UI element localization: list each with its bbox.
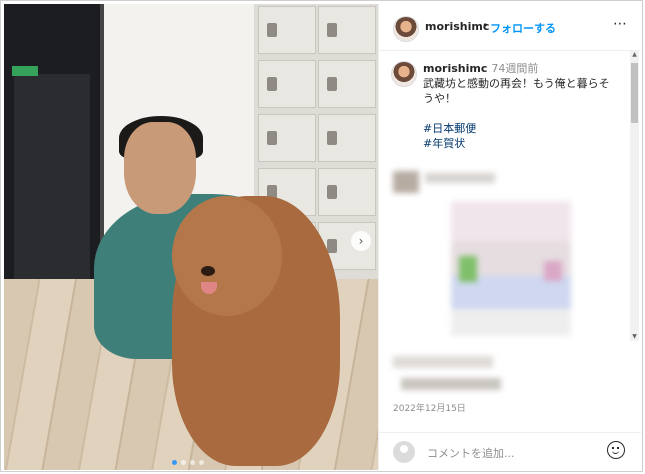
caption-username[interactable]: morishimc [423,62,487,75]
carousel-dot [199,460,204,465]
scrollbar-thumb[interactable] [631,63,638,123]
post-photo[interactable]: › [4,4,378,470]
carousel-dot [181,460,186,465]
carousel-next-button[interactable]: › [351,231,371,251]
more-options-icon[interactable]: ⋯ [613,16,628,32]
carousel-dots [172,460,204,465]
dog-head [172,196,282,316]
post-date: 2022年12月15日 [393,404,466,414]
post-header: morishimc • フォローする ⋯ [379,4,641,51]
instagram-embed: › morishimc • フォローする ⋯ morishimc 74週間前 武藏… [0,0,643,472]
caption-time: 74週間前 [491,62,539,75]
carousel-dot [190,460,195,465]
dog-nose [201,266,215,276]
comment-bar [379,432,641,471]
blurred-comment-avatar [393,171,419,193]
carousel-dot [172,460,177,465]
chevron-right-icon: › [358,234,364,248]
separator-dot: • [482,19,489,32]
user-avatar-icon [393,441,415,463]
header-username[interactable]: morishimc [425,20,489,33]
blurred-comment-text [425,173,495,183]
caption-scrollbar[interactable]: ▲ ▼ [630,51,639,341]
follow-button[interactable]: フォローする [490,20,556,36]
caption-avatar[interactable] [391,61,417,87]
emoji-icon[interactable] [607,441,625,459]
hashtag-link[interactable]: #年賀状 [423,137,465,150]
post-side-panel: morishimc • フォローする ⋯ morishimc 74週間前 武藏坊と… [378,4,641,470]
blurred-image-accent [459,256,477,282]
person-face [124,122,196,214]
caption-area: morishimc 74週間前 武藏坊と感動の再会！もう俺と暮らそうや！ #日本郵… [379,51,629,406]
caption-text: 武藏坊と感動の再会！もう俺と暮らそうや！ [423,77,610,105]
blurred-image-accent [544,261,562,281]
avatar[interactable] [393,16,419,42]
exit-sign [12,66,38,76]
caption: morishimc 74週間前 武藏坊と感動の再会！もう俺と暮らそうや！ #日本郵… [423,61,618,151]
comment-input[interactable] [425,443,579,463]
blurred-comment-text [393,356,493,368]
background-door [4,4,104,304]
hashtag-link[interactable]: #日本郵便 [423,122,476,135]
blurred-comment-text [401,378,501,390]
